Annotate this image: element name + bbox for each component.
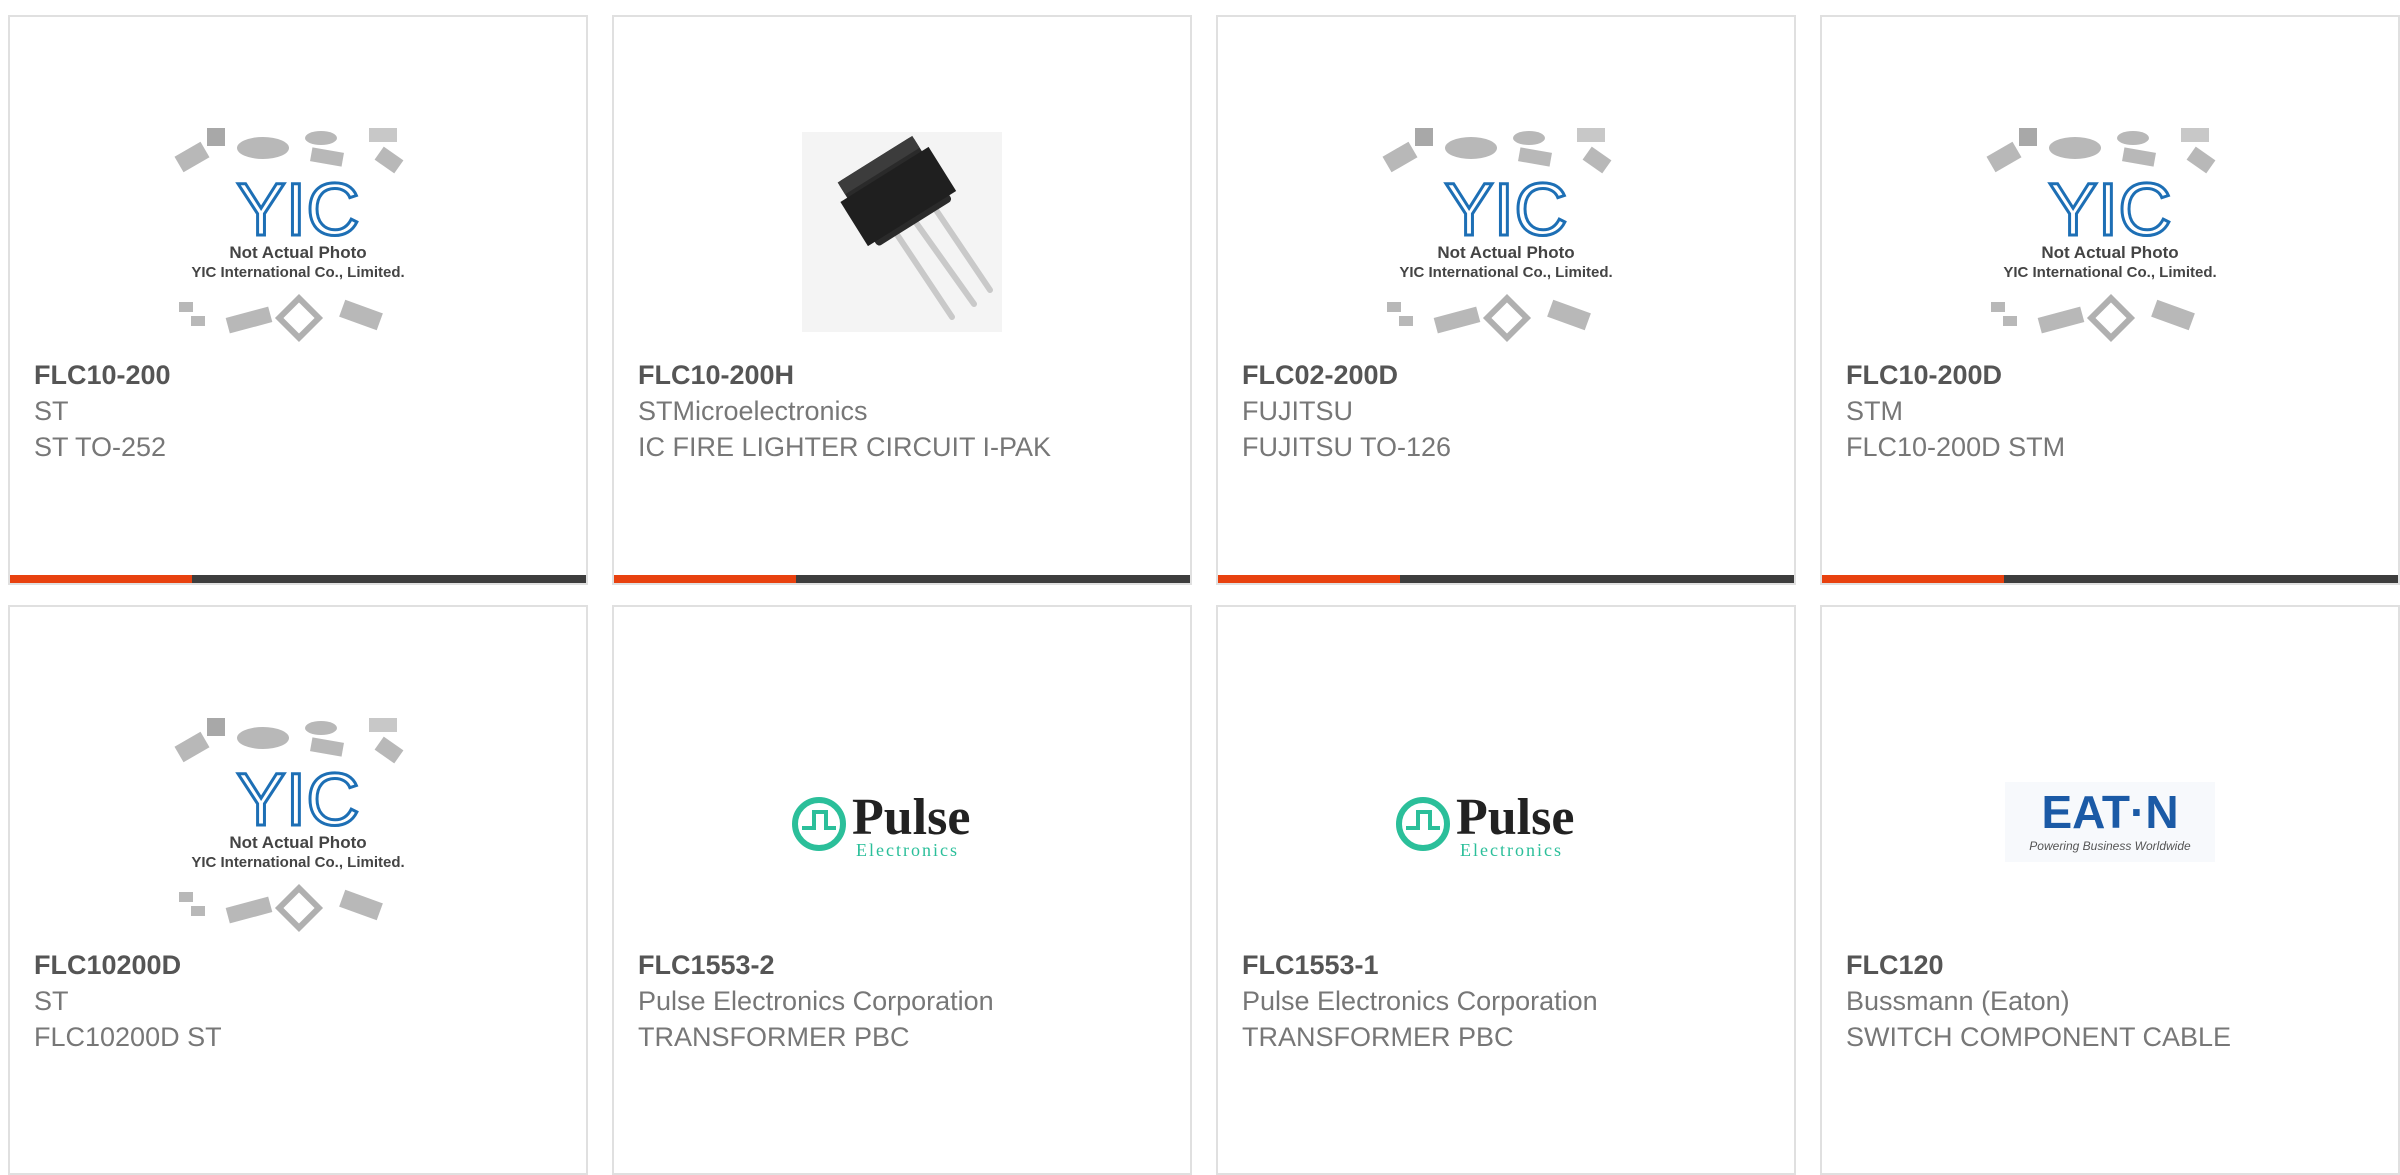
placeholder-company: YIC International Co., Limited. bbox=[1399, 264, 1612, 281]
part-number[interactable]: FLC1553-1 bbox=[1242, 947, 1662, 983]
manufacturer: ST bbox=[34, 396, 69, 426]
part-number[interactable]: FLC10-200H bbox=[638, 357, 1058, 393]
manufacturer: Pulse Electronics Corporation bbox=[1242, 986, 1598, 1016]
description: FLC10200D ST bbox=[34, 1022, 222, 1052]
product-card[interactable]: YIC Not Actual Photo YIC International C… bbox=[8, 605, 588, 1175]
product-card[interactable]: YIC Not Actual Photo YIC International C… bbox=[8, 15, 588, 585]
placeholder-note: Not Actual Photo bbox=[229, 833, 366, 852]
manufacturer: Pulse Electronics Corporation bbox=[638, 986, 994, 1016]
product-info: FLC10200D ST FLC10200D ST bbox=[34, 947, 454, 1055]
yic-brand: YIC bbox=[2048, 168, 2171, 251]
description: FLC10-200D STM bbox=[1846, 432, 2066, 462]
product-image: YIC Not Actual Photo YIC International C… bbox=[1218, 97, 1794, 367]
pulse-logo-sub: Electronics bbox=[856, 840, 959, 860]
part-number[interactable]: FLC10-200 bbox=[34, 357, 454, 393]
card-bar bbox=[1822, 575, 2398, 583]
description: TRANSFORMER PBC bbox=[1242, 1022, 1514, 1052]
product-image: YIC Not Actual Photo YIC International C… bbox=[10, 97, 586, 367]
product-info: FLC10-200 ST ST TO-252 bbox=[34, 357, 454, 465]
product-image: Pulse Electronics bbox=[614, 687, 1190, 957]
product-info: FLC02-200D FUJITSU FUJITSU TO-126 bbox=[1242, 357, 1662, 465]
part-number[interactable]: FLC02-200D bbox=[1242, 357, 1662, 393]
card-bar-accent bbox=[614, 575, 796, 583]
product-card[interactable]: EAT·N Powering Business Worldwide FLC120… bbox=[1820, 605, 2400, 1175]
product-image: YIC Not Actual Photo YIC International C… bbox=[1822, 97, 2398, 367]
part-number[interactable]: FLC1553-2 bbox=[638, 947, 1058, 983]
part-number[interactable]: FLC10200D bbox=[34, 947, 454, 983]
product-card[interactable]: Pulse Electronics FLC1553-1 Pulse Electr… bbox=[1216, 605, 1796, 1175]
product-image: YIC Not Actual Photo YIC International C… bbox=[10, 687, 586, 957]
product-card[interactable]: Pulse Electronics FLC1553-2 Pulse Electr… bbox=[612, 605, 1192, 1175]
product-info: FLC120 Bussmann (Eaton) SWITCH COMPONENT… bbox=[1846, 947, 2266, 1055]
part-number[interactable]: FLC120 bbox=[1846, 947, 2266, 983]
yic-brand: YIC bbox=[236, 168, 359, 251]
card-bar bbox=[1218, 575, 1794, 583]
product-card[interactable]: YIC Not Actual Photo YIC International C… bbox=[1820, 15, 2400, 585]
pulse-logo-icon bbox=[792, 797, 846, 851]
card-bar-accent bbox=[1822, 575, 2004, 583]
placeholder-company: YIC International Co., Limited. bbox=[191, 264, 404, 281]
product-card[interactable]: FLC10-200H STMicroelectronics IC FIRE LI… bbox=[612, 15, 1192, 585]
pulse-logo-word: Pulse bbox=[1456, 789, 1574, 846]
description: IC FIRE LIGHTER CIRCUIT I-PAK bbox=[638, 432, 1052, 462]
eaton-logo-tagline: Powering Business Worldwide bbox=[2029, 839, 2191, 853]
product-card[interactable]: YIC Not Actual Photo YIC International C… bbox=[1216, 15, 1796, 585]
placeholder-company: YIC International Co., Limited. bbox=[191, 854, 404, 871]
manufacturer: ST bbox=[34, 986, 69, 1016]
pulse-logo-word: Pulse bbox=[852, 789, 970, 846]
product-info: FLC1553-1 Pulse Electronics Corporation … bbox=[1242, 947, 1662, 1055]
placeholder-note: Not Actual Photo bbox=[1437, 243, 1574, 262]
placeholder-company: YIC International Co., Limited. bbox=[2003, 264, 2216, 281]
part-number[interactable]: FLC10-200D bbox=[1846, 357, 2266, 393]
product-info: FLC1553-2 Pulse Electronics Corporation … bbox=[638, 947, 1058, 1055]
product-image: EAT·N Powering Business Worldwide bbox=[1822, 687, 2398, 957]
card-bar-accent bbox=[1218, 575, 1400, 583]
manufacturer: FUJITSU bbox=[1242, 396, 1353, 426]
description: TRANSFORMER PBC bbox=[638, 1022, 910, 1052]
manufacturer: STMicroelectronics bbox=[638, 396, 868, 426]
description: SWITCH COMPONENT CABLE bbox=[1846, 1022, 2232, 1052]
product-info: FLC10-200D STM FLC10-200D STM bbox=[1846, 357, 2266, 465]
product-image bbox=[614, 97, 1190, 367]
description: ST TO-252 bbox=[34, 432, 167, 462]
product-image: Pulse Electronics bbox=[1218, 687, 1794, 957]
manufacturer: STM bbox=[1846, 396, 1903, 426]
pulse-logo-sub: Electronics bbox=[1460, 840, 1563, 860]
yic-brand: YIC bbox=[1444, 168, 1567, 251]
card-bar bbox=[614, 575, 1190, 583]
eaton-logo-word: EAT·N bbox=[2041, 786, 2178, 838]
yic-brand: YIC bbox=[236, 758, 359, 841]
pulse-logo-icon bbox=[1396, 797, 1450, 851]
manufacturer: Bussmann (Eaton) bbox=[1846, 986, 2070, 1016]
placeholder-note: Not Actual Photo bbox=[2041, 243, 2178, 262]
card-bar-accent bbox=[10, 575, 192, 583]
product-info: FLC10-200H STMicroelectronics IC FIRE LI… bbox=[638, 357, 1058, 465]
placeholder-note: Not Actual Photo bbox=[229, 243, 366, 262]
description: FUJITSU TO-126 bbox=[1242, 432, 1452, 462]
product-grid: YIC Not Actual Photo YIC International C… bbox=[8, 15, 2400, 1175]
card-bar bbox=[10, 575, 586, 583]
